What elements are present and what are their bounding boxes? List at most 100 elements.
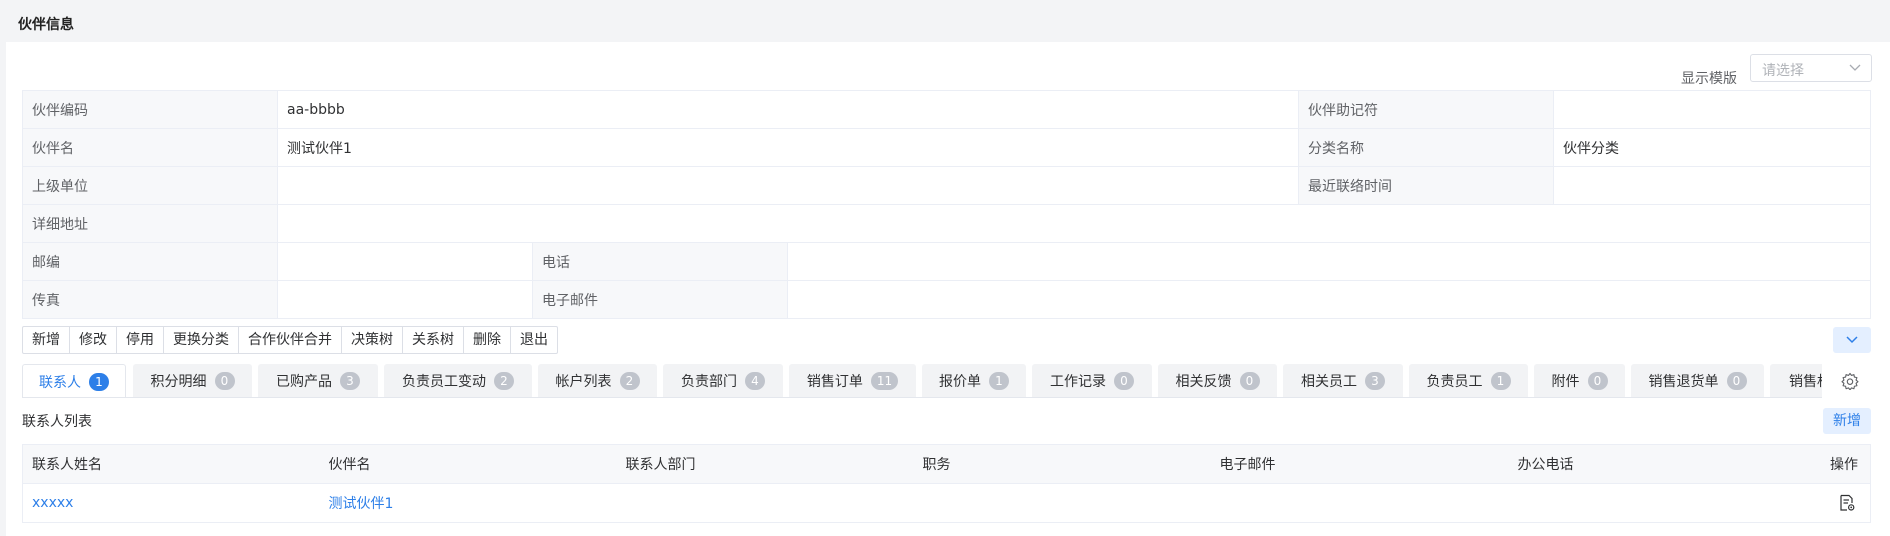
action-toolbar: 新增 修改 停用 更换分类 合作伙伴合并 决策树 关系树 删除 退出 xyxy=(22,326,558,354)
tab-attachments[interactable]: 附件 0 xyxy=(1534,364,1625,398)
relation-tree-button[interactable]: 关系树 xyxy=(403,327,464,353)
disable-button[interactable]: 停用 xyxy=(117,327,164,353)
tab-sales-returns[interactable]: 销售退货单 0 xyxy=(1631,364,1764,398)
parent-value xyxy=(276,166,1300,205)
tab-label: 联系人 xyxy=(39,374,81,391)
tab-label: 销售订单 xyxy=(806,374,863,390)
tab-count-badge: 0 xyxy=(1726,372,1747,390)
gear-icon[interactable] xyxy=(1841,372,1859,390)
mnemonic-label: 伙伴助记符 xyxy=(1298,90,1555,129)
tab-label: 负责员工 xyxy=(1426,374,1483,390)
tab-count-badge: 3 xyxy=(1365,372,1385,390)
last-contact-label: 最近联络时间 xyxy=(1298,166,1555,205)
tab-related-staff[interactable]: 相关员工 3 xyxy=(1283,364,1403,398)
fax-value xyxy=(277,280,533,319)
info-row: 上级单位 最近联络时间 xyxy=(22,166,1872,205)
tab-purchased-products[interactable]: 已购产品 3 xyxy=(258,364,378,398)
edit-button[interactable]: 修改 xyxy=(70,327,117,353)
exit-button[interactable]: 退出 xyxy=(511,327,557,353)
page-header: 伙伴信息 xyxy=(0,0,1890,42)
parent-label: 上级单位 xyxy=(22,166,278,205)
merge-partner-button[interactable]: 合作伙伴合并 xyxy=(239,327,342,353)
contact-office-phone-cell xyxy=(1508,483,1806,523)
tab-work-records[interactable]: 工作记录 0 xyxy=(1032,364,1152,398)
change-category-button[interactable]: 更换分类 xyxy=(164,327,239,353)
tab-count-badge: 1 xyxy=(989,372,1009,390)
tab-count-badge: 2 xyxy=(494,372,514,390)
name-label: 伙伴名 xyxy=(22,128,278,167)
tab-sales-opportunities[interactable]: 销售机 xyxy=(1770,364,1822,398)
tab-label: 相关反馈 xyxy=(1175,374,1232,390)
fax-label: 传真 xyxy=(22,280,278,319)
tab-count-badge: 0 xyxy=(1239,372,1260,390)
contacts-list-title: 联系人列表 xyxy=(22,414,92,430)
info-row: 伙伴名 测试伙伴1 分类名称 伙伴分类 xyxy=(22,128,1872,167)
contact-position-cell xyxy=(913,483,1211,523)
postcode-value xyxy=(277,242,533,281)
tab-staff-changes[interactable]: 负责员工变动 2 xyxy=(384,364,532,398)
tab-label: 负责员工变动 xyxy=(402,374,486,390)
tab-departments[interactable]: 负责部门 4 xyxy=(663,364,783,398)
tab-count-badge: 1 xyxy=(89,372,109,391)
tabs-divider xyxy=(22,397,1822,398)
template-select[interactable]: 请选择 xyxy=(1750,54,1872,82)
tab-sales-orders[interactable]: 销售订单 11 xyxy=(789,364,916,398)
category-value: 伙伴分类 xyxy=(1553,128,1872,167)
address-value xyxy=(276,204,1872,243)
chevron-down-icon xyxy=(1846,336,1858,344)
template-label: 显示模版 xyxy=(1681,71,1737,87)
contacts-table: 联系人姓名 伙伴名 联系人部门 职务 电子邮件 办公电话 操作 xxxxx 测试… xyxy=(22,444,1871,523)
phone-value xyxy=(786,242,1872,281)
tab-contacts[interactable]: 联系人 1 xyxy=(22,364,126,398)
contact-email-cell xyxy=(1210,483,1509,523)
column-header[interactable]: 联系人部门 xyxy=(616,444,914,484)
tab-count-badge: 4 xyxy=(745,372,765,390)
column-header[interactable]: 职务 xyxy=(913,444,1211,484)
column-header[interactable]: 联系人姓名 xyxy=(22,444,320,484)
tab-responsible-staff[interactable]: 负责员工 1 xyxy=(1409,364,1528,398)
column-header[interactable]: 伙伴名 xyxy=(319,444,617,484)
collapse-toolbar-button[interactable] xyxy=(1833,327,1871,353)
tab-feedback[interactable]: 相关反馈 0 xyxy=(1158,364,1277,398)
contact-name-link[interactable]: xxxxx xyxy=(32,495,73,511)
postcode-label: 邮编 xyxy=(22,242,278,281)
tab-label: 帐户列表 xyxy=(555,374,612,390)
tab-label: 负责部门 xyxy=(681,374,737,390)
tab-count-badge: 11 xyxy=(870,372,899,390)
tab-quotations[interactable]: 报价单 1 xyxy=(922,364,1026,398)
code-label: 伙伴编码 xyxy=(22,90,278,129)
column-header[interactable]: 办公电话 xyxy=(1508,444,1806,484)
detail-tabs: 联系人 1 积分明细 0 已购产品 3 负责员工变动 2 帐户列表 2 负责部门 4 销售订… xyxy=(22,364,1822,398)
template-select-placeholder: 请选择 xyxy=(1762,63,1804,79)
tab-count-badge: 2 xyxy=(619,372,640,390)
last-contact-value xyxy=(1553,166,1872,205)
add-contact-button[interactable]: 新增 xyxy=(1823,408,1871,434)
mnemonic-value xyxy=(1553,90,1872,129)
contact-department-cell xyxy=(616,483,914,523)
info-row: 详细地址 xyxy=(22,204,1872,243)
tab-label: 附件 xyxy=(1551,374,1580,390)
tab-label: 相关员工 xyxy=(1301,374,1357,390)
new-button[interactable]: 新增 xyxy=(23,327,70,353)
info-row: 伙伴编码 aa-bbbb 伙伴助记符 xyxy=(22,90,1872,129)
chevron-down-icon xyxy=(1849,64,1861,71)
name-value: 测试伙伴1 xyxy=(276,128,1300,167)
page-title: 伙伴信息 xyxy=(18,17,74,33)
tab-count-badge: 1 xyxy=(1490,372,1511,390)
column-header[interactable]: 电子邮件 xyxy=(1210,444,1509,484)
tab-label: 销售机 xyxy=(1789,374,1822,390)
tab-points-detail[interactable]: 积分明细 0 xyxy=(133,364,252,398)
tab-count-badge: 0 xyxy=(1114,372,1134,390)
delete-button[interactable]: 删除 xyxy=(464,327,511,353)
email-value xyxy=(786,280,1872,319)
decision-tree-button[interactable]: 决策树 xyxy=(342,327,403,353)
document-view-icon[interactable] xyxy=(1838,494,1856,512)
tab-accounts[interactable]: 帐户列表 2 xyxy=(538,364,657,398)
category-label: 分类名称 xyxy=(1298,128,1555,167)
table-row: xxxxx 测试伙伴1 xyxy=(22,483,1871,523)
tab-count-badge: 0 xyxy=(214,372,235,390)
partner-info-table: 伙伴编码 aa-bbbb 伙伴助记符 伙伴名 测试伙伴1 分类名称 伙伴分类 上… xyxy=(22,90,1872,319)
partner-name-link[interactable]: 测试伙伴1 xyxy=(329,496,394,512)
address-label: 详细地址 xyxy=(22,204,278,243)
info-row: 传真 电子邮件 xyxy=(22,280,1872,319)
